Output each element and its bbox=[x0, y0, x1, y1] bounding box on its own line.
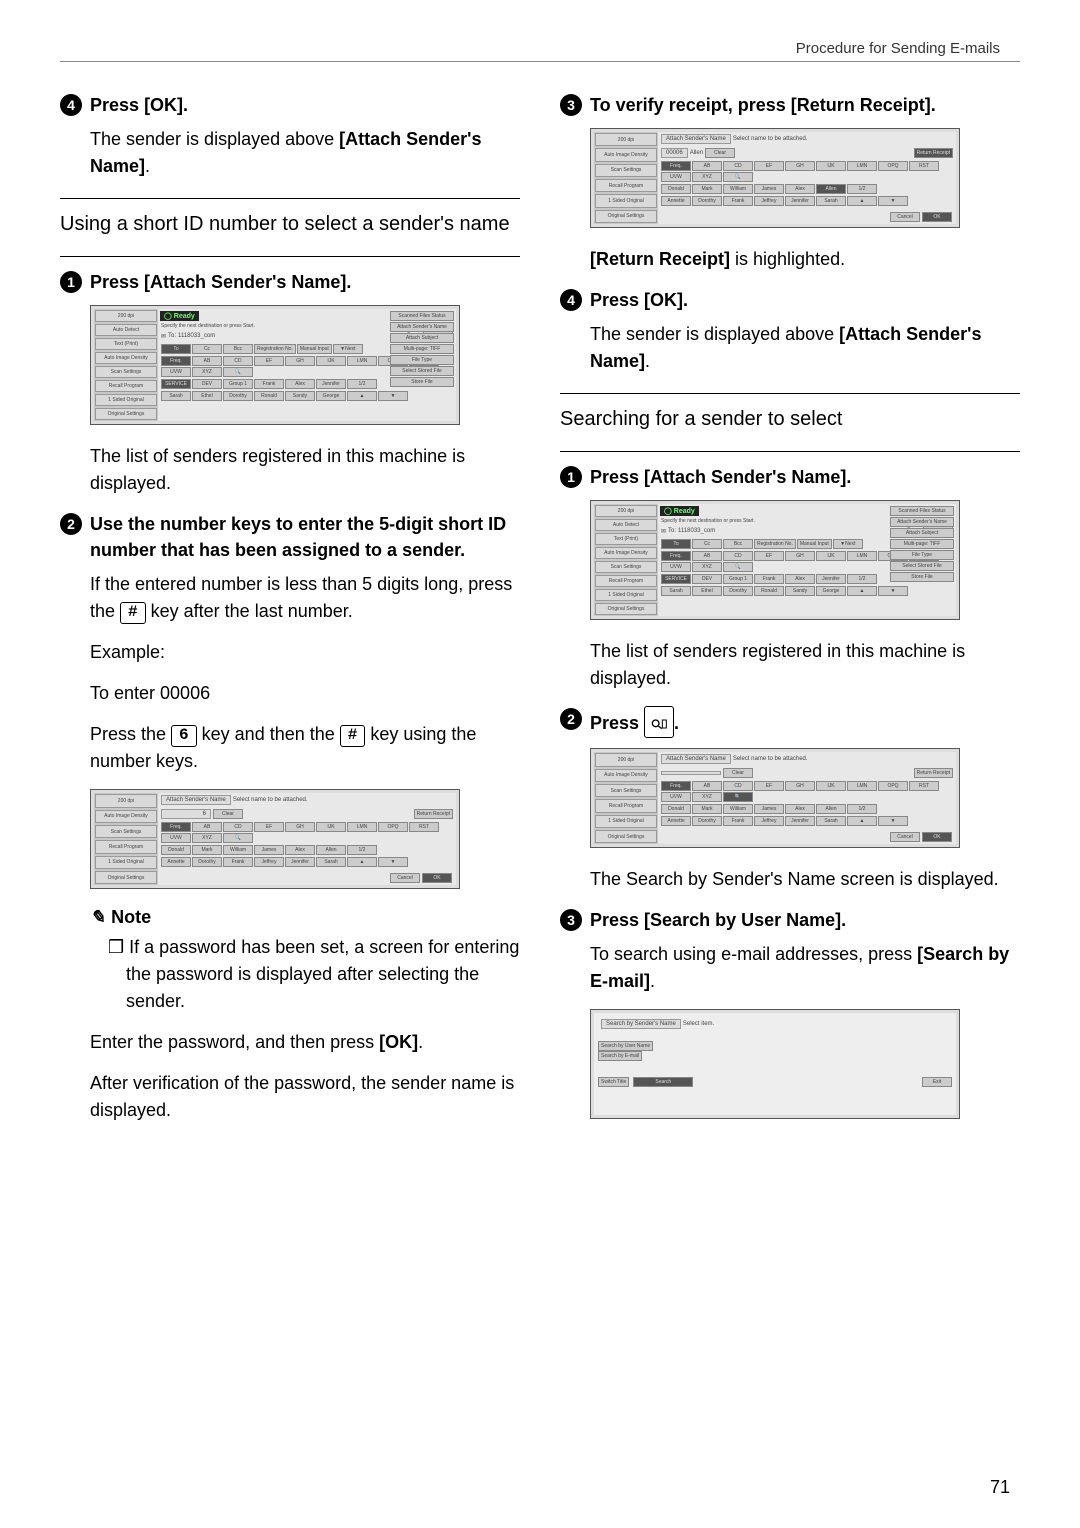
step-verb: Press bbox=[90, 95, 139, 115]
page-number: 71 bbox=[990, 1477, 1010, 1498]
page-header: Procedure for Sending E-mails bbox=[60, 40, 1020, 57]
s1-step2: 2 Use the number keys to enter the 5-dig… bbox=[60, 511, 520, 563]
divider bbox=[560, 393, 1020, 394]
ok-button-label: [OK]. bbox=[644, 290, 688, 310]
s2-step1: 1 Press [Attach Sender's Name]. bbox=[560, 464, 1020, 490]
ss-side: Recall Program bbox=[95, 380, 157, 392]
hash-key-icon: # bbox=[340, 725, 366, 746]
s1-body2: If the entered number is less than 5 dig… bbox=[90, 571, 520, 625]
step-number-icon: 4 bbox=[60, 94, 82, 116]
note-body: ❒ If a password has been set, a screen f… bbox=[108, 934, 520, 1015]
s2-body3: To search using e-mail addresses, press … bbox=[590, 941, 1020, 995]
s2-step3: 3 Press [Search by User Name]. bbox=[560, 907, 1020, 933]
section-heading: Searching for a sender to select bbox=[560, 406, 1020, 433]
enter-example: To enter 00006 bbox=[90, 680, 520, 707]
divider bbox=[60, 256, 520, 257]
search-by-sender-screenshot: Search by Sender's Name Select item. Sea… bbox=[590, 1009, 960, 1119]
return-receipt-screenshot: 200 dpi Auto Image Density Scan Settings… bbox=[590, 128, 960, 228]
attach-sender-search-screenshot: 200 dpi Auto Image Density Scan Settings… bbox=[590, 748, 960, 848]
s2-body2: The Search by Sender's Name screen is di… bbox=[590, 866, 1020, 893]
six-key-icon: 6 bbox=[171, 725, 197, 746]
pencil-icon: ✎ bbox=[90, 907, 105, 928]
r-step4: 4 Press [OK]. bbox=[560, 287, 1020, 313]
ss-side: Scan Settings bbox=[95, 366, 157, 378]
s1-body1: The list of senders registered in this m… bbox=[90, 443, 520, 497]
ready-indicator: ◯ Ready bbox=[160, 311, 199, 321]
right-column: 3 To verify receipt, press [Return Recei… bbox=[560, 92, 1020, 1138]
step-number-icon: 2 bbox=[560, 708, 582, 730]
section-heading: Using a short ID number to select a send… bbox=[60, 211, 520, 238]
scanner-ready-screenshot: 200 dpi Auto Detect Text (Print) Auto Im… bbox=[90, 305, 460, 425]
step-number-icon: 3 bbox=[560, 909, 582, 931]
step4-body: The sender is displayed above [Attach Se… bbox=[90, 126, 520, 180]
return-receipt-label: [Return Receipt]. bbox=[791, 95, 936, 115]
search-by-user-name-label: [Search by User Name]. bbox=[644, 910, 846, 930]
hash-key-icon: # bbox=[120, 602, 146, 623]
r-step3-body: [Return Receipt] is highlighted. bbox=[590, 246, 1020, 273]
ss-side: Original Settings bbox=[95, 408, 157, 420]
step-number-icon: 2 bbox=[60, 513, 82, 535]
magnifier-button-icon bbox=[644, 706, 674, 738]
step-number-icon: 4 bbox=[560, 289, 582, 311]
s2-body1: The list of senders registered in this m… bbox=[590, 638, 1020, 692]
note-heading: ✎Note bbox=[90, 907, 520, 928]
s1-step1: 1 Press [Attach Sender's Name]. bbox=[60, 269, 520, 295]
press-keys: Press the 6 key and then the # key using… bbox=[90, 721, 520, 775]
attach-sender-name-label: [Attach Sender's Name]. bbox=[144, 272, 351, 292]
divider bbox=[560, 451, 1020, 452]
ss-side: Text (Print) bbox=[95, 338, 157, 350]
s2-step2: 2 Press . bbox=[560, 706, 1020, 738]
ss-side: Auto Image Density bbox=[95, 352, 157, 364]
left-step-4: 4 Press [OK]. bbox=[60, 92, 520, 118]
ss-side: Auto Detect bbox=[95, 324, 157, 336]
note-after2: After verification of the password, the … bbox=[90, 1070, 520, 1124]
scanner-ready-screenshot: 200 dpi Auto Detect Text (Print) Auto Im… bbox=[590, 500, 960, 620]
left-column: 4 Press [OK]. The sender is displayed ab… bbox=[60, 92, 520, 1138]
header-rule bbox=[60, 61, 1020, 62]
ss-side: 1 Sided Original bbox=[95, 394, 157, 406]
r-step3: 3 To verify receipt, press [Return Recei… bbox=[560, 92, 1020, 118]
step-number-icon: 1 bbox=[560, 466, 582, 488]
r-step4-body: The sender is displayed above [Attach Se… bbox=[590, 321, 1020, 375]
note-after1: Enter the password, and then press [OK]. bbox=[90, 1029, 520, 1056]
attach-sender-name-screenshot: 200 dpi Auto Image Density Scan Settings… bbox=[90, 789, 460, 889]
step-number-icon: 1 bbox=[60, 271, 82, 293]
example-label: Example: bbox=[90, 639, 520, 666]
ss-side: 200 dpi bbox=[95, 310, 157, 322]
attach-sender-name-label: [Attach Sender's Name]. bbox=[644, 467, 851, 487]
ok-button-label: [OK]. bbox=[144, 95, 188, 115]
divider bbox=[60, 198, 520, 199]
step-number-icon: 3 bbox=[560, 94, 582, 116]
